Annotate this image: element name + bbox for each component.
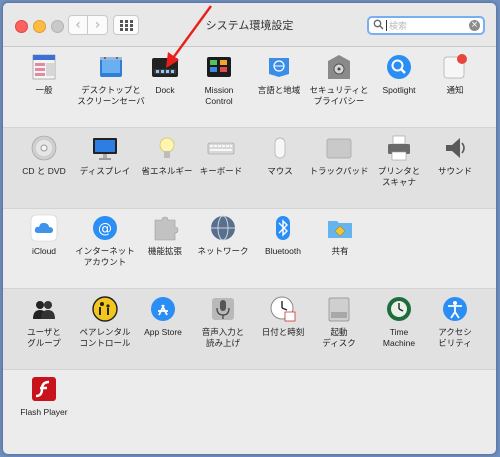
system-preferences-window: ‹ › システム環境設定 検索 × 一般 デスクトップと スクリーンセーバ Do… (3, 3, 496, 454)
cd-dvd-icon (31, 135, 57, 161)
pane-label: 共有 (331, 246, 349, 256)
users-groups-icon (33, 301, 55, 319)
language-region-icon (269, 58, 289, 77)
preferences-row-2: CD と DVD ディスプレイ 省エネルギー キーボード マウス トラックパッド… (3, 127, 496, 209)
date-time-icon (270, 296, 296, 322)
clear-search-icon[interactable]: × (469, 20, 480, 31)
time-machine-icon (387, 297, 411, 321)
trackpad-icon (326, 138, 352, 159)
pane-sharing[interactable]: 共有 (300, 208, 380, 282)
pane-flash-player[interactable]: Flash Player (4, 369, 84, 443)
preferences-row-3: iCloud @ インターネット アカウント 機能拡張 ネットワーク Bluet… (3, 208, 496, 288)
spotlight-icon (387, 55, 411, 79)
mission-control-icon (207, 57, 231, 77)
display-icon (93, 138, 117, 160)
sound-icon (446, 138, 465, 158)
general-icon (32, 54, 56, 80)
pane-label: サウンド (437, 166, 472, 176)
accessibility-icon (443, 297, 467, 321)
app-store-icon (151, 297, 175, 321)
security-privacy-icon (328, 55, 350, 79)
search-icon (373, 19, 384, 30)
notifications-icon (443, 54, 467, 79)
internet-accounts-icon: @ (93, 216, 117, 240)
search-field[interactable]: 検索 × (367, 16, 485, 35)
preferences-row-1: 一般 デスクトップと スクリーンセーバ Dock Mission Control… (3, 47, 496, 127)
bluetooth-icon (276, 216, 290, 240)
svg-text:@: @ (98, 221, 112, 237)
title-bar: ‹ › システム環境設定 検索 × (3, 3, 496, 47)
parental-controls-icon (92, 296, 118, 322)
network-icon (211, 215, 235, 241)
pane-label: アクセシ ビリティ (438, 327, 472, 348)
startup-disk-icon (328, 297, 350, 322)
pane-accessibility[interactable]: アクセシ ビリティ (415, 289, 495, 363)
dictation-speech-icon (212, 298, 234, 320)
sharing-icon (328, 221, 352, 238)
dock-icon (152, 58, 178, 77)
printer-scanner-icon (388, 135, 410, 161)
text-cursor (386, 20, 387, 31)
keyboard-icon (207, 142, 235, 155)
preferences-row-4: ユーザと グループ ペアレンタル コントロール App Store 音声入力と … (3, 288, 496, 370)
pane-label: 通知 (446, 85, 464, 95)
preferences-row-5: Flash Player (3, 369, 496, 449)
pane-sound[interactable]: サウンド (415, 128, 495, 202)
icloud-icon (30, 214, 58, 242)
pane-label: Flash Player (20, 407, 68, 417)
flash-player-icon (32, 377, 56, 401)
pane-notifications[interactable]: 通知 (415, 47, 495, 121)
extensions-icon (154, 216, 179, 241)
search-placeholder: 検索 (389, 22, 408, 32)
mouse-icon (274, 137, 286, 159)
desktop-screensaver-icon (100, 57, 122, 77)
energy-saver-icon (159, 137, 175, 158)
